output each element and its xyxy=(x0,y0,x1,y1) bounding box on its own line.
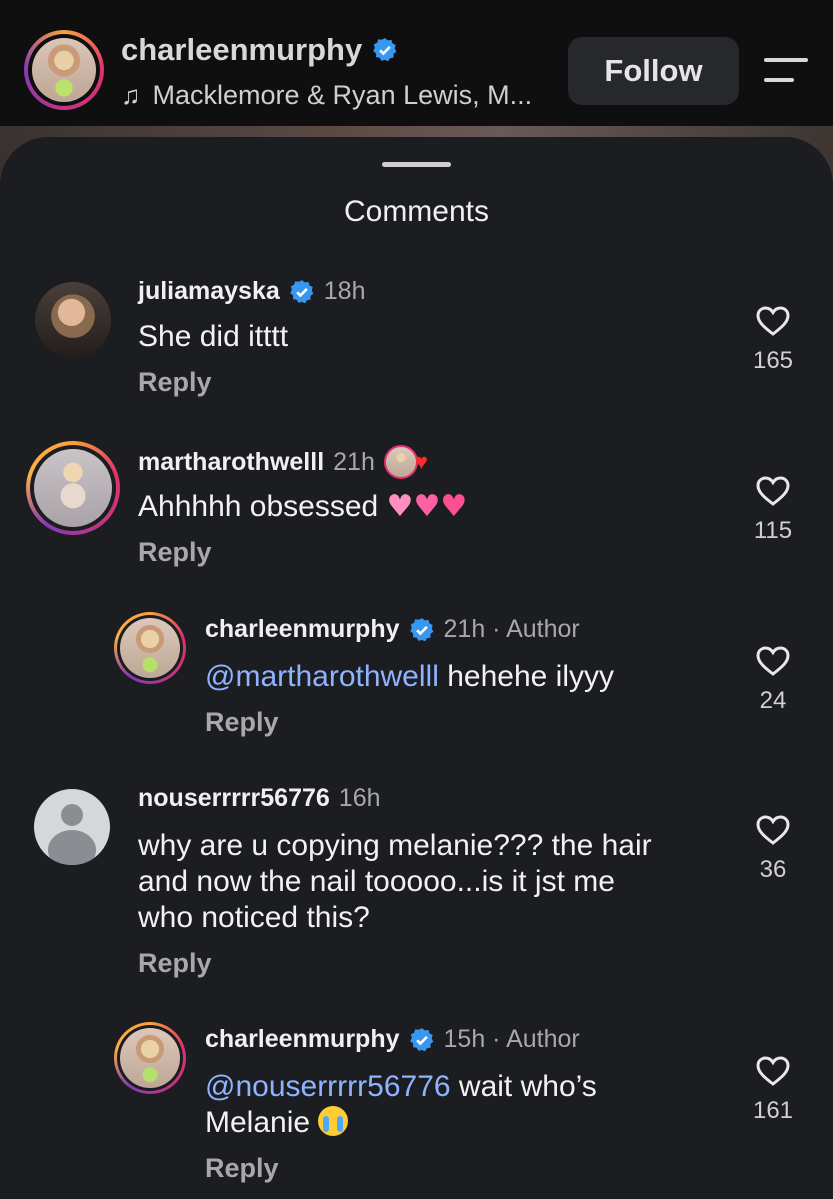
like-button[interactable]: 165 xyxy=(743,305,803,375)
like-count: 161 xyxy=(752,1097,794,1124)
like-button[interactable]: 115 xyxy=(743,475,803,545)
drag-handle[interactable] xyxy=(382,162,451,167)
comment-text-line: why are u copying melanie??? the hair xyxy=(138,829,652,862)
comment-username[interactable]: juliamayska xyxy=(138,277,280,306)
comment-text: Melanie xyxy=(205,1106,311,1139)
comments-sheet: Comments juliamayska 18h She did itttt R… xyxy=(0,137,833,1199)
pink-heart-emoji-icon: ♥ xyxy=(386,489,414,524)
music-note-icon: ♫ xyxy=(121,80,141,110)
reply-button[interactable]: Reply xyxy=(138,948,212,979)
header-avatar[interactable] xyxy=(24,30,104,110)
like-count: 115 xyxy=(753,517,793,544)
comment-text: Ahhhhh obsessed xyxy=(138,490,379,523)
comment-text-row: @martharothwelll hehehe ilyyy xyxy=(205,659,614,695)
verified-badge-icon xyxy=(289,279,315,305)
sheet-title: Comments xyxy=(343,195,490,228)
music-title: Macklemore & Ryan Lewis, M... xyxy=(152,80,533,110)
like-button[interactable]: 24 xyxy=(743,645,803,715)
comment-text-row: Ahhhhh obsessed ♥♥♥ xyxy=(138,489,467,525)
avatar[interactable] xyxy=(114,612,186,684)
heart-outline-icon xyxy=(756,646,790,676)
heart-outline-icon xyxy=(756,1056,790,1086)
heart-outline-icon xyxy=(756,476,790,506)
follow-button[interactable]: Follow xyxy=(568,37,739,105)
avatar[interactable] xyxy=(26,441,120,535)
comment-time: 18h xyxy=(323,277,366,305)
like-button[interactable]: 161 xyxy=(743,1055,803,1125)
comment-username[interactable]: charleenmurphy xyxy=(205,615,400,644)
default-avatar-icon[interactable] xyxy=(34,789,110,865)
reply-button[interactable]: Reply xyxy=(138,367,212,398)
heart-outline-icon xyxy=(756,306,790,336)
comment-time: 21h · Author xyxy=(443,615,580,643)
like-button[interactable]: 36 xyxy=(743,814,803,884)
comment-username[interactable]: charleenmurphy xyxy=(205,1025,400,1054)
mention-link[interactable]: @martharothwelll xyxy=(205,660,439,693)
crying-face-emoji-icon xyxy=(318,1106,349,1136)
like-count: 24 xyxy=(759,687,787,714)
verified-badge-icon xyxy=(372,37,398,63)
reply-button[interactable]: Reply xyxy=(205,1153,279,1184)
reel-header: charleenmurphy ♫ Macklemore & Ryan Lewis… xyxy=(0,0,833,126)
comment-username[interactable]: nouserrrrr56776 xyxy=(138,784,330,813)
reply-button[interactable]: Reply xyxy=(138,537,212,568)
menu-icon[interactable] xyxy=(764,58,808,84)
creator-liked-avatar: ♥ xyxy=(383,445,428,479)
heart-with-arrow-emoji-icon: ♥ xyxy=(440,489,468,524)
comment-time: 16h xyxy=(338,784,381,812)
like-count: 165 xyxy=(752,347,794,374)
avatar[interactable] xyxy=(35,282,111,358)
comment-text: wait who’s xyxy=(450,1070,597,1103)
music-row[interactable]: ♫ Macklemore & Ryan Lewis, M... xyxy=(121,80,532,111)
comment-text-line: and now the nail tooooo...is it jst me xyxy=(138,865,615,898)
mention-link[interactable]: @nouserrrrr56776 xyxy=(205,1070,451,1103)
verified-badge-icon xyxy=(409,1027,435,1053)
header-username-row[interactable]: charleenmurphy xyxy=(121,32,398,68)
verified-badge-icon xyxy=(409,617,435,643)
sparkling-heart-emoji-icon: ♥ xyxy=(413,489,441,524)
comment-text-row: @nouserrrrr56776 wait who’s Melanie xyxy=(205,1069,597,1141)
heart-outline-icon xyxy=(756,815,790,845)
reply-button[interactable]: Reply xyxy=(205,707,279,738)
heart-icon: ♥ xyxy=(414,449,428,474)
comment-text: hehehe ilyyy xyxy=(438,660,614,693)
comment-text: She did itttt xyxy=(138,320,289,353)
avatar[interactable] xyxy=(114,1022,186,1094)
comment-text-line: who noticed this? xyxy=(138,901,370,934)
comment-time: 15h · Author xyxy=(443,1025,580,1053)
comment-text: why are u copying melanie??? the hair an… xyxy=(138,828,652,936)
like-count: 36 xyxy=(759,856,787,883)
comment-username[interactable]: martharothwelll xyxy=(138,448,324,477)
header-username[interactable]: charleenmurphy xyxy=(121,32,362,68)
comment-time: 21h xyxy=(333,447,375,476)
